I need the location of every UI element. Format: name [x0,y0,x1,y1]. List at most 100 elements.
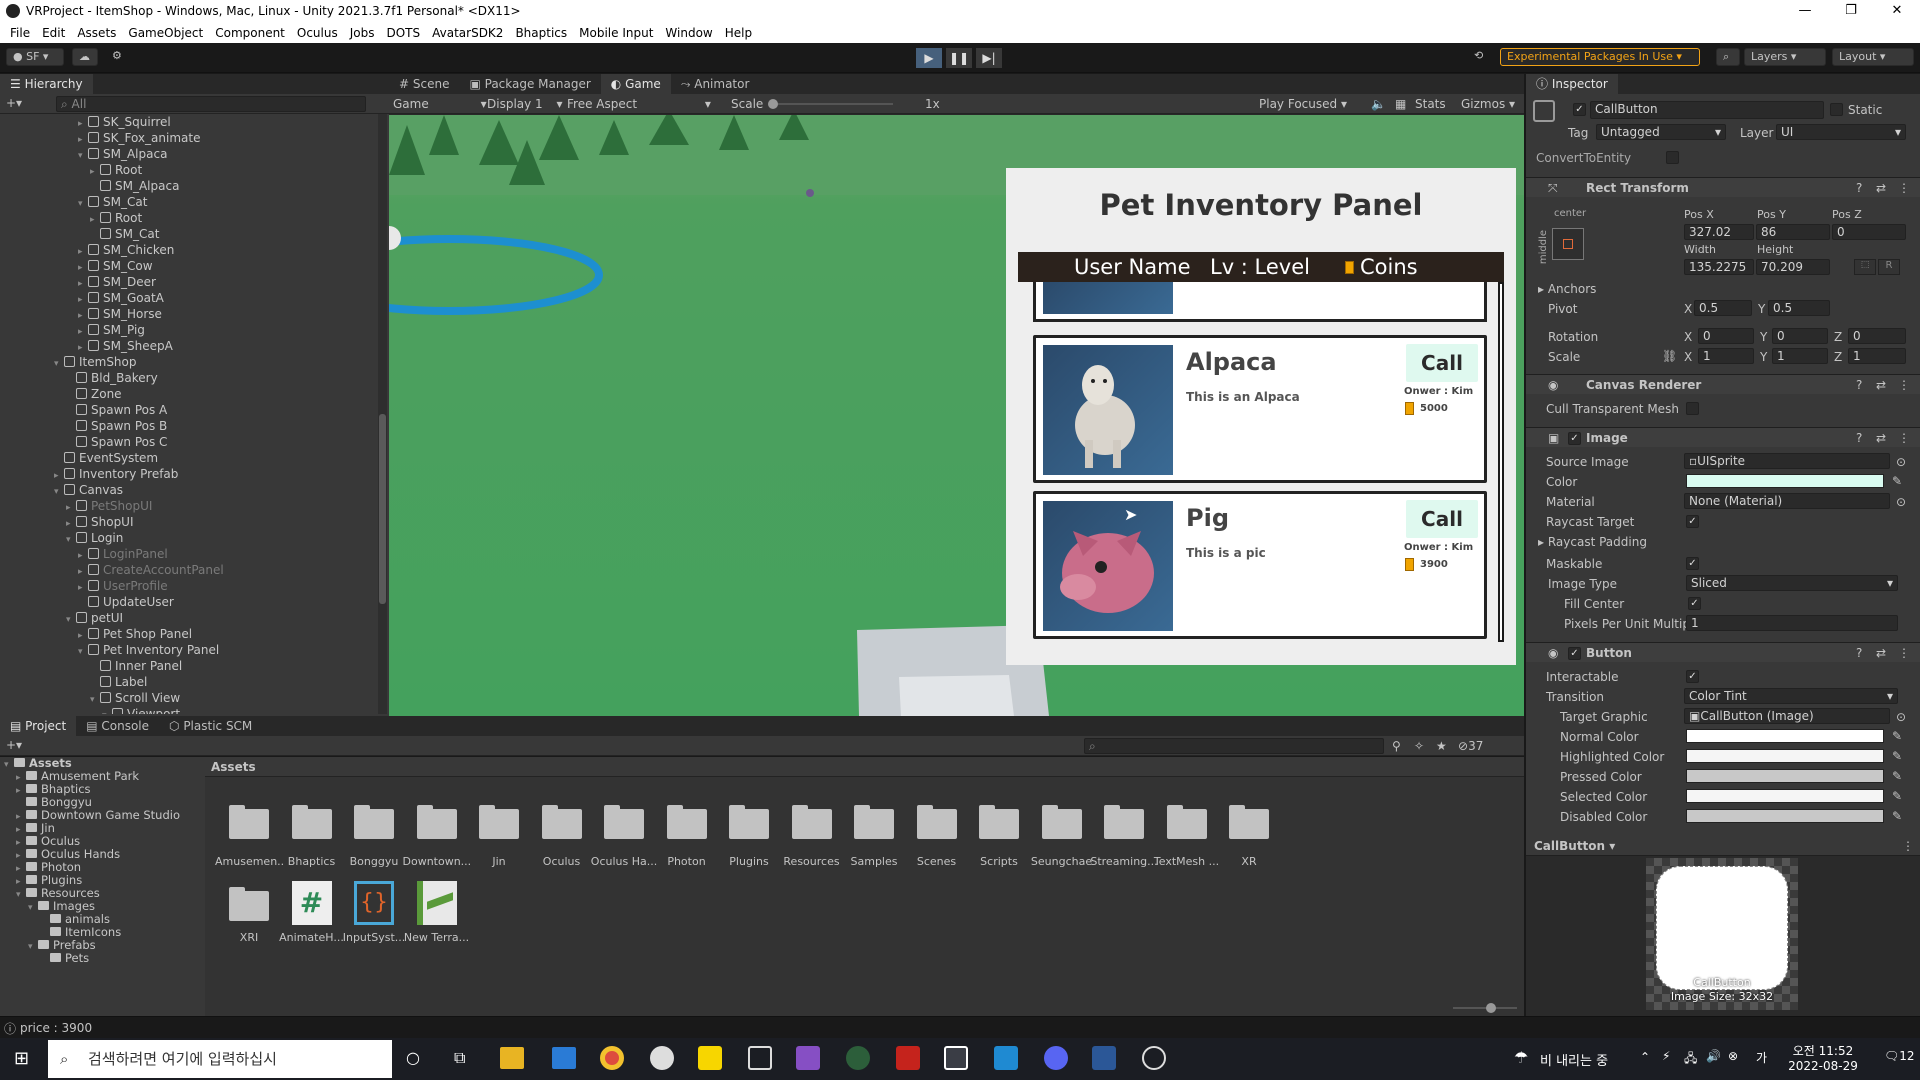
menu-item-window[interactable]: Window [659,26,718,40]
power-icon[interactable]: ⚡ [1662,1049,1670,1063]
image-enabled-checkbox[interactable]: ✓ [1568,432,1581,445]
maximize-button[interactable]: ❐ [1828,0,1874,22]
highlighted-color-swatch[interactable] [1686,749,1884,763]
layer-dropdown[interactable]: UI ▾ [1776,124,1906,140]
selected-color-swatch[interactable] [1686,789,1884,803]
ime-icon[interactable]: 가 [1756,1049,1767,1066]
heidisql-icon[interactable] [846,1046,870,1070]
obs-icon[interactable] [1142,1046,1166,1070]
aspect-dropdown[interactable]: Free Aspect ▾ [567,97,711,111]
collab-icon[interactable]: ⚙ [106,48,128,66]
tab-animator[interactable]: ⤳ Animator [671,74,760,94]
eyedropper-icon[interactable]: ✎ [1892,789,1902,803]
folder-label[interactable]: Bhaptics [278,855,346,868]
hierarchy-item[interactable]: Spawn Pos A [0,402,378,418]
asset-label[interactable]: InputSyst... [340,931,408,944]
preset-icon[interactable]: ⇄ [1876,646,1886,660]
history-icon[interactable]: ⟲ [1468,48,1490,66]
vscode-icon[interactable] [994,1046,1018,1070]
project-tree-item[interactable]: ItemIcons [0,926,205,939]
hierarchy-item[interactable]: ▸ ShopUI [0,514,378,530]
folder-icon[interactable] [354,805,394,839]
width-field[interactable]: 135.2275 [1684,259,1754,275]
folder-icon[interactable] [541,805,582,839]
stats-icon[interactable]: ▦ [1395,97,1406,111]
tab-scene[interactable]: # Scene [389,74,459,94]
menu-item-component[interactable]: Component [209,26,291,40]
folder-label[interactable]: Oculus [528,855,596,868]
source-image-field[interactable]: ▫UISprite [1684,453,1890,469]
tag-dropdown[interactable]: Untagged ▾ [1596,124,1726,140]
tab-plastic-scm[interactable]: ⬡ Plastic SCM [159,716,262,736]
raycast-padding-foldout[interactable]: ▸ Raycast Padding [1538,535,1647,549]
clock-date[interactable]: 2022-08-29 [1788,1059,1858,1073]
folder-label[interactable]: Samples [840,855,908,868]
folder-icon[interactable] [479,805,519,839]
menu-icon[interactable]: ⋮ [1898,378,1910,392]
hierarchy-item[interactable]: ▸ PetShopUI [0,498,378,514]
color-swatch[interactable] [1686,474,1884,488]
project-tree-item[interactable]: ▸ Plugins [0,874,205,888]
project-tree-item[interactable]: ▸ Photon [0,861,205,875]
rot-x-field[interactable]: 0 [1698,328,1754,344]
convert-to-entity-checkbox[interactable] [1666,151,1679,164]
input-actions-icon[interactable]: {} [354,881,394,925]
search-icon[interactable]: ⌕ [1716,48,1740,66]
fill-center-checkbox[interactable]: ✓ [1688,597,1701,610]
hierarchy-item[interactable]: Spawn Pos C [0,434,378,450]
folder-label[interactable]: Seungchae [1028,855,1096,868]
asset-label[interactable]: AnimateH... [278,931,346,944]
pivot-x-field[interactable]: 0.5 [1694,300,1752,316]
windows-start-icon[interactable]: ⊞ [14,1048,29,1069]
hierarchy-scrollbar[interactable] [378,114,387,714]
display-dropdown[interactable]: Display 1 ▾ [487,97,563,111]
image-component-header[interactable]: ▣ ✓ Image ? ⇄ ⋮ [1526,427,1920,447]
button-enabled-checkbox[interactable]: ✓ [1568,647,1581,660]
add-icon[interactable]: +▾ [6,96,22,110]
rot-y-field[interactable]: 0 [1772,328,1828,344]
button-component-header[interactable]: ◉ ✓ Button ? ⇄ ⋮ [1526,642,1920,662]
hierarchy-item[interactable]: ▸ LoginPanel [0,546,378,562]
image-type-dropdown[interactable]: Sliced ▾ [1686,575,1898,591]
hierarchy-item[interactable]: ▾ SM_Alpaca [0,146,378,162]
object-picker-icon[interactable]: ⊙ [1896,455,1906,469]
normal-color-swatch[interactable] [1686,729,1884,743]
app-icon[interactable] [650,1046,674,1070]
rect-transform-header[interactable]: ⤧ Rect Transform ? ⇄ ⋮ [1526,177,1920,197]
breadcrumb[interactable]: Assets [211,760,256,774]
folder-icon[interactable] [854,805,894,839]
layout-dropdown[interactable]: Layout ▾ [1832,48,1914,66]
hierarchy-item[interactable]: ▸ SM_Cow [0,258,378,274]
help-icon[interactable]: ? [1856,646,1862,660]
account-dropdown[interactable]: ● SF ▾ [6,48,64,66]
hierarchy-item[interactable]: Label [0,674,378,690]
cortana-icon[interactable]: ○ [406,1048,420,1067]
ppu-field[interactable]: 1 [1686,615,1898,631]
folder-icon[interactable] [1104,805,1144,839]
anchor-presets-button[interactable] [1552,228,1584,260]
taskbar-search-input[interactable]: ⌕ 검색하려면 여기에 입력하십시 [48,1040,392,1078]
menu-item-edit[interactable]: Edit [36,26,71,40]
menu-item-help[interactable]: Help [719,26,758,40]
asset-label[interactable]: XRI [215,931,283,944]
experimental-packages-button[interactable]: Experimental Packages In Use ▾ [1500,48,1700,66]
discord-icon[interactable] [1044,1046,1068,1070]
visual-studio-icon[interactable] [796,1046,820,1070]
play-focused-dropdown[interactable]: Play Focused ▾ [1259,97,1347,111]
hierarchy-item[interactable]: ▸ SK_Fox_animate [0,130,378,146]
hierarchy-item[interactable]: ▾Viewport [0,706,378,714]
hierarchy-item[interactable]: ▾ Pet Inventory Panel [0,642,378,658]
mail-icon[interactable] [552,1047,576,1069]
hierarchy-item[interactable]: ▾ Scroll View [0,690,378,706]
menu-item-avatarsdk2[interactable]: AvatarSDK2 [426,26,509,40]
menu-icon[interactable]: ⋮ [1898,646,1910,660]
pivot-y-field[interactable]: 0.5 [1768,300,1830,316]
folder-label[interactable]: Jin [465,855,533,868]
preview-menu-icon[interactable]: ⋮ [1902,839,1914,853]
menu-icon[interactable]: ⋮ [1898,181,1910,195]
scale-z-field[interactable]: 1 [1848,348,1906,364]
rot-z-field[interactable]: 0 [1848,328,1906,344]
tab-inspector[interactable]: ⓘ Inspector [1526,74,1618,94]
notification-icon[interactable]: 🗨12 [1884,1049,1915,1063]
hierarchy-item[interactable]: ▾ SM_Cat [0,194,378,210]
